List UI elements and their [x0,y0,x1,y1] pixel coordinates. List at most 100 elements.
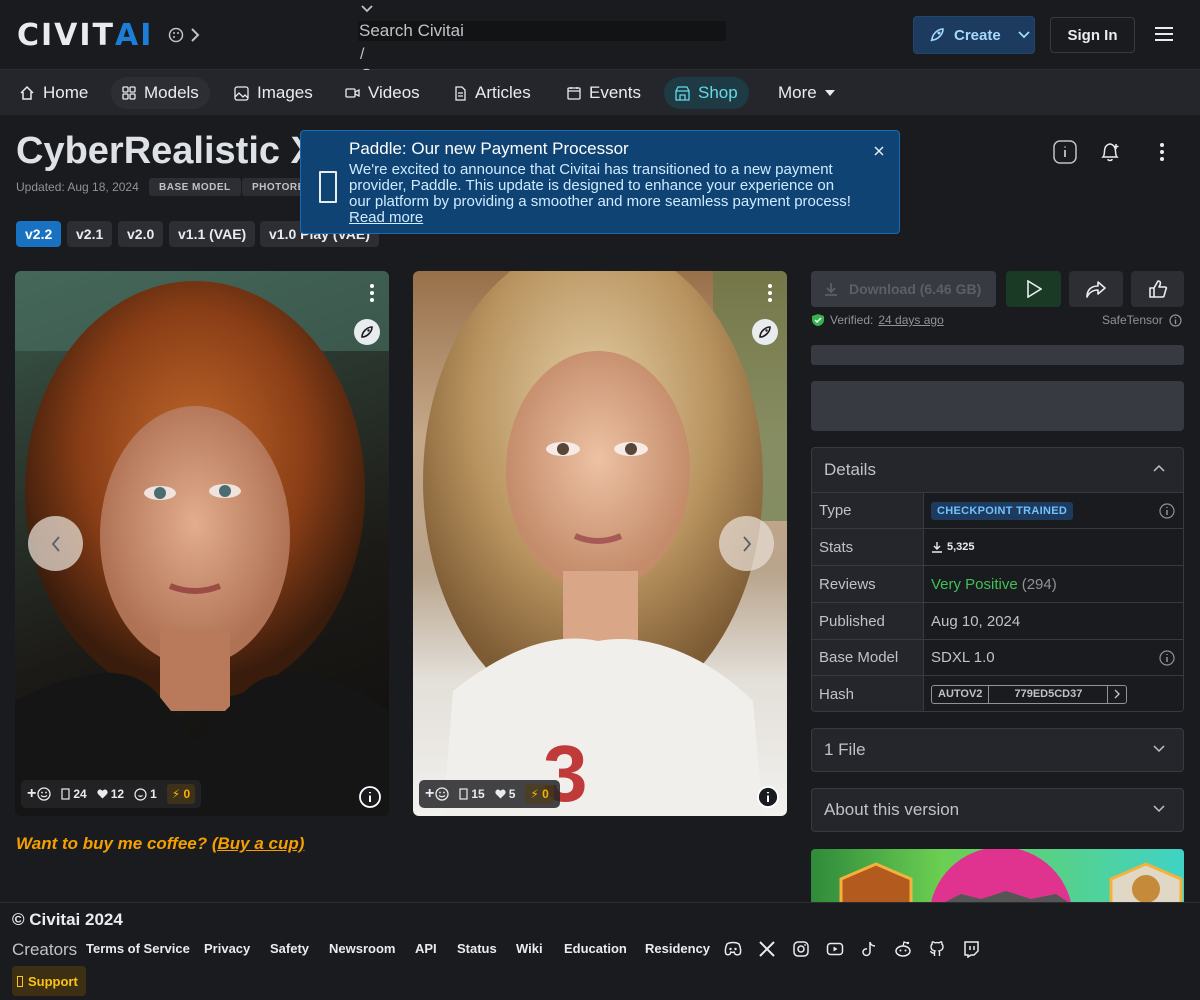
model-title: CyberRealistic XL [16,130,340,172]
footer-link-creators[interactable]: Creators [12,940,77,960]
kebab-menu-icon[interactable] [369,283,375,303]
details-row-hash: Hash AUTOV2 779ED5CD37 [812,675,1183,711]
footer-link-newsroom[interactable]: Newsroom [329,941,395,956]
like-model-button[interactable] [1131,271,1184,307]
footer-link-residency[interactable]: Residency [645,941,710,956]
chevron-down-icon[interactable] [360,4,374,14]
hash-widget[interactable]: AUTOV2 779ED5CD37 [931,684,1128,704]
footer-link-terms[interactable]: Terms of Service [86,941,190,956]
info-icon [1053,140,1077,164]
laugh-count[interactable]: 1 [134,787,157,801]
hash-next-button[interactable] [1108,686,1126,703]
share-button[interactable] [1069,271,1123,307]
reddit-icon[interactable] [894,940,912,958]
instagram-icon[interactable] [792,940,810,958]
add-reaction-button[interactable]: + [27,785,51,803]
verified-date-link[interactable]: 24 days ago [878,313,943,327]
info-button[interactable] [1045,132,1085,172]
buy-a-cup-link[interactable]: (Buy a cup) [212,834,305,853]
bell-plus-icon [1101,143,1119,162]
review-sentiment-link[interactable]: Very Positive [931,576,1018,593]
details-key: Published [812,603,924,639]
info-icon[interactable] [359,786,381,808]
run-model-button[interactable] [1006,271,1061,307]
carousel-prev-button[interactable] [28,516,83,571]
logo-extras[interactable] [168,27,200,43]
github-icon[interactable] [928,940,946,958]
rocket-icon [930,28,944,42]
info-icon[interactable] [1159,502,1175,519]
about-version-accordion[interactable]: About this version [811,788,1184,832]
sign-in-button[interactable]: Sign In [1050,17,1135,53]
tiktok-icon[interactable] [860,940,878,958]
info-icon[interactable] [757,786,779,808]
youtube-icon[interactable] [826,940,844,958]
comment-count[interactable]: 24 [61,787,87,801]
add-reaction-button[interactable]: + [425,785,449,803]
chevron-up-icon[interactable] [1153,464,1165,472]
share-icon [1086,281,1106,298]
play-icon [1026,280,1042,298]
kebab-menu-icon[interactable] [767,283,773,303]
nav-articles[interactable]: Articles [443,77,542,109]
create-button[interactable]: Create [913,16,1035,54]
download-button[interactable]: Download (6.46 GB) [811,271,996,307]
read-more-link[interactable]: Read more [349,209,423,226]
version-tab-v2-1[interactable]: v2.1 [67,221,113,247]
footer-link-wiki[interactable]: Wiki [516,941,543,956]
details-header[interactable]: Details [812,448,1183,492]
civitai-logo[interactable]: CIVIT AI [17,17,154,53]
discord-icon[interactable] [724,940,742,958]
notify-button[interactable] [1090,132,1130,172]
x-icon[interactable] [758,940,776,958]
image-reactions: + 15 5 ⚡ 0 [419,780,560,808]
remix-button[interactable] [752,319,778,345]
footer-link-status[interactable]: Status [457,941,497,956]
nav-models[interactable]: Models [111,77,210,109]
promo-banner[interactable] [811,849,1184,904]
footer-link-privacy[interactable]: Privacy [204,941,250,956]
version-tab-v2-0[interactable]: v2.0 [118,221,164,247]
logo-text-ai: AI [115,17,154,53]
nav-home[interactable]: Home [8,77,99,109]
footer-link-education[interactable]: Education [564,941,627,956]
base-model-badge[interactable]: BASE MODEL [149,178,241,196]
safetensor-info[interactable]: SafeTensor [1102,313,1182,327]
nav-events-label: Events [589,83,641,102]
thumbs-up-icon [1148,280,1167,298]
hash-value[interactable]: 779ED5CD37 [989,685,1109,703]
search-input[interactable] [358,21,726,41]
files-accordion[interactable]: 1 File [811,728,1184,772]
nav-images[interactable]: Images [223,77,324,109]
details-row-type: Type CHECKPOINT TRAINED [812,492,1183,528]
nav-more[interactable]: More [767,77,846,109]
like-count[interactable]: 5 [495,787,515,801]
more-options-button[interactable] [1142,132,1182,172]
palette-icon [168,27,184,43]
twitch-icon[interactable] [962,940,980,958]
nav-videos[interactable]: Videos [334,77,431,109]
carousel-next-button[interactable] [719,516,774,571]
footer-link-api[interactable]: API [415,941,437,956]
nav-shop[interactable]: Shop [664,77,749,109]
support-button[interactable]: Support [12,966,86,996]
download-count: 5,325 [947,541,975,553]
chevron-down-icon[interactable] [1017,30,1031,40]
version-tab-v2-2[interactable]: v2.2 [16,221,62,247]
hamburger-menu-icon[interactable] [1153,25,1175,43]
hash-type[interactable]: AUTOV2 [932,685,990,703]
footer-link-safety[interactable]: Safety [270,941,309,956]
remix-button[interactable] [354,319,380,345]
comment-count[interactable]: 15 [459,787,485,801]
version-tab-v1-1[interactable]: v1.1 (VAE) [169,221,256,247]
close-icon[interactable] [873,145,885,157]
heart-icon [495,789,506,799]
nav-events[interactable]: Events [556,77,652,109]
like-count[interactable]: 12 [97,787,124,801]
announcement-title: Paddle: Our new Payment Processor [349,139,629,158]
buzz-tip-button[interactable]: ⚡ 0 [166,784,196,804]
announcement-icon [319,171,337,203]
article-icon [455,85,466,101]
buzz-tip-button[interactable]: ⚡ 0 [525,784,554,804]
info-icon[interactable] [1159,649,1175,666]
